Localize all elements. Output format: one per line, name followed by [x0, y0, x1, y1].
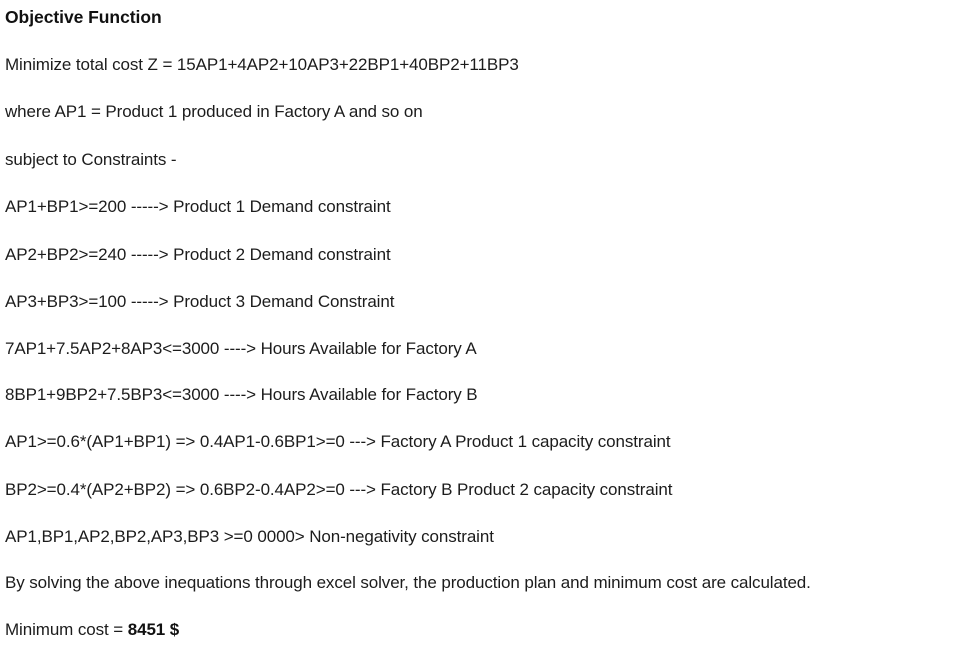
minimum-cost-result: Minimum cost = 8451 $: [5, 619, 179, 641]
minimum-cost-label: Minimum cost =: [5, 620, 128, 639]
constraint-capacity-factory-a-product-1: AP1>=0.6*(AP1+BP1) => 0.4AP1-0.6BP1>=0 -…: [5, 432, 671, 451]
constraint-hours-factory-a: 7AP1+7.5AP2+8AP3<=3000 ----> Hours Avail…: [5, 339, 477, 358]
objective-function-expression: Minimize total cost Z = 15AP1+4AP2+10AP3…: [5, 55, 519, 74]
constraint-non-negativity: AP1,BP1,AP2,BP2,AP3,BP3 >=0 0000> Non-ne…: [5, 527, 494, 546]
variable-legend-text: where AP1 = Product 1 produced in Factor…: [5, 102, 423, 121]
constraints-section-label: subject to Constraints -: [5, 150, 177, 169]
minimum-cost-value: 8451 $: [127, 620, 180, 639]
constraint-hours-factory-b: 8BP1+9BP2+7.5BP3<=3000 ----> Hours Avail…: [5, 385, 478, 404]
solver-explanation-text: By solving the above inequations through…: [5, 573, 811, 592]
constraint-demand-product-2: AP2+BP2>=240 -----> Product 2 Demand con…: [5, 245, 391, 264]
document-body: Objective Function Minimize total cost Z…: [0, 0, 973, 650]
page-title: Objective Function: [5, 7, 162, 27]
constraint-demand-product-1: AP1+BP1>=200 -----> Product 1 Demand con…: [5, 197, 391, 216]
constraint-capacity-factory-b-product-2: BP2>=0.4*(AP2+BP2) => 0.6BP2-0.4AP2>=0 -…: [5, 480, 673, 499]
constraint-demand-product-3: AP3+BP3>=100 -----> Product 3 Demand Con…: [5, 292, 395, 311]
